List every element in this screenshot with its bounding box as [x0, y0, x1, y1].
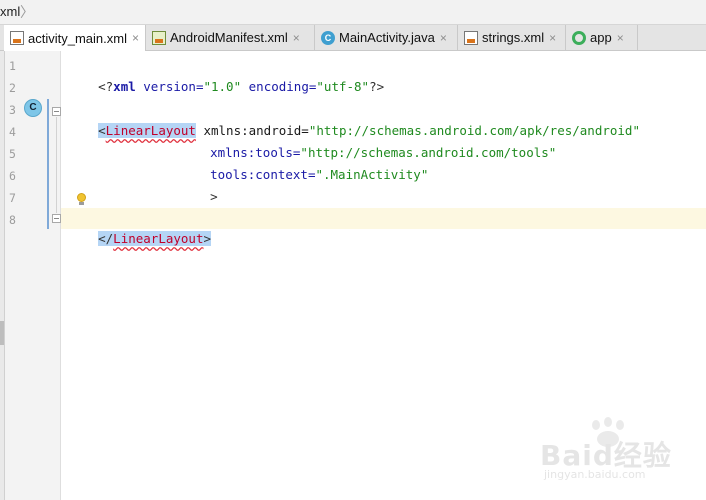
- breadcrumb-separator: 〉: [20, 4, 34, 20]
- attribute-value: ".MainActivity": [315, 167, 429, 182]
- tab-strings-xml[interactable]: strings.xml ×: [458, 25, 566, 50]
- close-icon[interactable]: ×: [132, 31, 139, 45]
- tag-open-bracket: <: [98, 123, 106, 138]
- tab-mainactivity-java[interactable]: C MainActivity.java ×: [315, 25, 458, 50]
- change-marker-bar[interactable]: [47, 99, 49, 229]
- tag-name-linearlayout-close[interactable]: LinearLayout: [113, 231, 204, 246]
- tab-label: activity_main.xml: [28, 30, 127, 46]
- xml-decl-name: xml: [113, 79, 136, 94]
- xml-decl-attr: encoding=: [241, 79, 317, 94]
- close-icon[interactable]: ×: [440, 31, 447, 45]
- code-line-8: </LinearLayout>: [68, 209, 212, 269]
- line-number: 4: [9, 125, 16, 139]
- watermark-subtext: jingyan.baidu.com: [544, 468, 646, 481]
- xml-decl-attr: version=: [135, 79, 204, 94]
- xml-layout-file-icon: [10, 31, 24, 45]
- fold-guide-line: [56, 117, 57, 213]
- xml-decl-value: "1.0": [203, 79, 242, 94]
- line-number: 8: [9, 213, 16, 227]
- tool-strip-marker[interactable]: [0, 321, 4, 345]
- xml-decl-value: "utf-8": [316, 79, 370, 94]
- fold-close-icon[interactable]: [52, 214, 61, 223]
- line-number: 1: [9, 59, 16, 73]
- close-icon[interactable]: ×: [549, 31, 556, 45]
- tab-label: MainActivity.java: [339, 30, 435, 45]
- line-number: 6: [9, 169, 16, 183]
- editor-gutter: 1 2 3 4 5 6 7 8 C: [5, 51, 61, 500]
- close-icon[interactable]: ×: [617, 31, 624, 45]
- breadcrumb-item-xml[interactable]: xml: [0, 4, 20, 19]
- lightbulb-icon[interactable]: [76, 193, 86, 205]
- xml-decl-open: <?: [98, 79, 114, 94]
- class-gutter-icon[interactable]: C: [24, 99, 42, 117]
- tab-activity-main-xml[interactable]: activity_main.xml ×: [4, 25, 146, 51]
- line-number: 2: [9, 81, 16, 95]
- attribute-name: tools:context=: [210, 167, 316, 182]
- tab-app[interactable]: app ×: [566, 25, 638, 50]
- baidu-watermark: Baid经验 jingyan.baidu.com: [540, 417, 700, 490]
- tab-label: AndroidManifest.xml: [170, 30, 288, 45]
- android-module-icon: [572, 30, 586, 45]
- xml-values-file-icon: [464, 30, 478, 45]
- line-number: 7: [9, 191, 16, 205]
- fold-open-icon[interactable]: [52, 107, 61, 116]
- breadcrumb: xml 〉: [0, 0, 706, 25]
- line-number: 3: [9, 103, 16, 117]
- tab-androidmanifest-xml[interactable]: AndroidManifest.xml ×: [146, 25, 315, 50]
- tag-open-bracket: </: [98, 231, 114, 246]
- manifest-file-icon: [152, 30, 166, 45]
- xml-decl-close: ?>: [369, 79, 385, 94]
- editor-tab-bar: activity_main.xml × AndroidManifest.xml …: [0, 25, 706, 51]
- tab-label: app: [590, 30, 612, 45]
- line-number: 5: [9, 147, 16, 161]
- close-icon[interactable]: ×: [293, 31, 300, 45]
- java-class-icon: C: [321, 30, 335, 45]
- tab-label: strings.xml: [482, 30, 545, 45]
- tag-close-bracket: >: [203, 231, 212, 246]
- tag-close-bracket: >: [210, 189, 218, 204]
